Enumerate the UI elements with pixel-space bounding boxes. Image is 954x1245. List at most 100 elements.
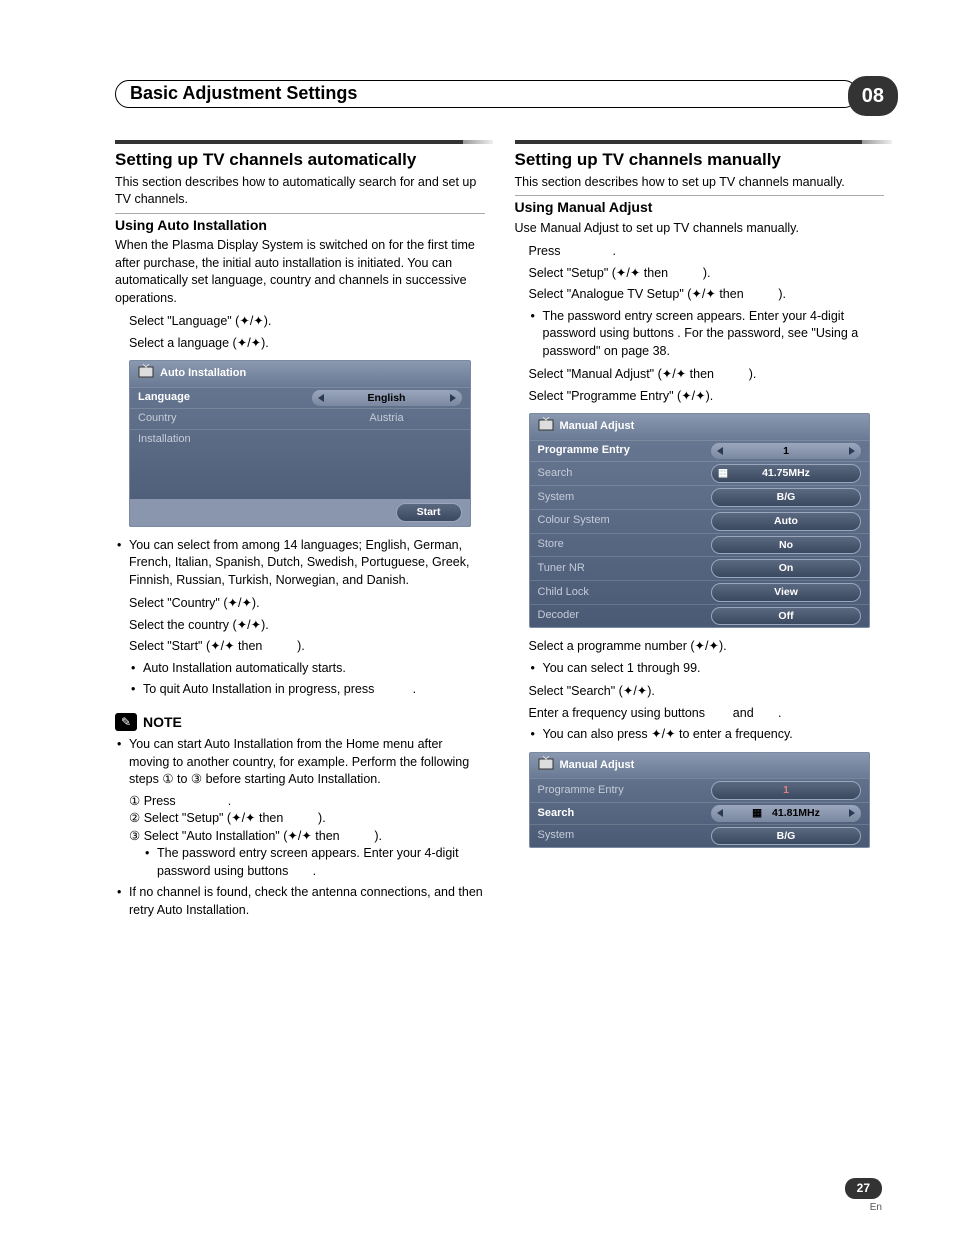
step: Press . (515, 243, 885, 261)
osd-label: Installation (138, 432, 191, 447)
step: Select a language (✦/✦). (115, 335, 485, 353)
step: Select "Programme Entry" (✦/✦). (515, 388, 885, 406)
osd-row: Language English (130, 387, 470, 409)
section-rule (115, 140, 485, 144)
osd-label: Programme Entry (538, 783, 624, 798)
page-footer: 27 En (845, 1178, 882, 1215)
osd-value: ▦41.75MHz (711, 464, 861, 483)
osd-start-button: Start (396, 503, 462, 522)
body-text: Use Manual Adjust to set up TV channels … (515, 220, 885, 238)
osd-value: Off (711, 607, 861, 626)
osd-title-bar: Manual Adjust (530, 753, 870, 778)
note-icon: ✎ (115, 713, 137, 731)
chapter-header: Basic Adjustment Settings (115, 80, 858, 108)
osd-label: System (538, 828, 575, 843)
tv-icon (538, 417, 554, 436)
step: Select "Country" (✦/✦). (115, 595, 485, 613)
osd-label: Search (538, 806, 575, 821)
substep: ③ Select "Auto Installation" (✦/✦ then )… (129, 828, 485, 846)
osd-label: Child Lock (538, 585, 589, 600)
body-text: When the Plasma Display System is switch… (115, 237, 485, 307)
section-heading: Setting up TV channels manually (515, 148, 885, 172)
osd-value: Auto (711, 512, 861, 531)
step: Select the country (✦/✦). (115, 617, 485, 635)
osd-title-bar: Manual Adjust (530, 414, 870, 439)
page-number: 27 (845, 1178, 882, 1199)
substep: ① Press . (129, 793, 485, 811)
chapter-number: 08 (848, 76, 898, 116)
note-item: If no channel is found, check the antenn… (115, 884, 485, 919)
osd-row: System B/G (530, 824, 870, 848)
subheading: Using Manual Adjust (515, 195, 885, 218)
tv-icon (538, 756, 554, 775)
bullet: You can select 1 through 99. (529, 660, 885, 678)
osd-footer: Start (130, 499, 470, 526)
osd-title: Manual Adjust (560, 758, 635, 773)
tv-icon (138, 364, 154, 383)
osd-row: Decoder Off (530, 604, 870, 628)
step: Select "Analogue TV Setup" (✦/✦ then ). (515, 286, 885, 304)
osd-row: Tuner NR On (530, 556, 870, 580)
osd-row: Store No (530, 533, 870, 557)
osd-row: Child Lock View (530, 580, 870, 604)
osd-row: Programme Entry 1 (530, 778, 870, 802)
bullet: You can select from among 14 languages; … (115, 537, 485, 590)
step: Enter a frequency using buttons and . (515, 705, 885, 723)
osd-row: Search ▦41.75MHz (530, 461, 870, 485)
input-icon: ▦ (718, 466, 728, 481)
osd-value: 1 (711, 443, 861, 460)
note-badge: ✎ NOTE (115, 713, 182, 733)
osd-row: Programme Entry 1 (530, 440, 870, 462)
osd-value: ▦41.81MHz (711, 805, 861, 822)
section-intro: This section describes how to automatica… (115, 174, 485, 209)
osd-title: Manual Adjust (560, 419, 635, 434)
osd-value: B/G (711, 488, 861, 507)
bullet: The password entry screen appears. Enter… (529, 308, 885, 361)
osd-label: Store (538, 537, 564, 552)
section-heading: Setting up TV channels automatically (115, 148, 485, 172)
step: Select "Start" (✦/✦ then ). (115, 638, 485, 656)
osd-auto-installation: Auto Installation Language English Count… (129, 360, 471, 526)
osd-row: Colour System Auto (530, 509, 870, 533)
osd-row: Country Austria (130, 408, 470, 428)
osd-label: Search (538, 466, 573, 481)
step: Select "Language" (✦/✦). (115, 313, 485, 331)
osd-title: Auto Installation (160, 366, 246, 381)
right-column: Setting up TV channels manually This sec… (515, 140, 885, 923)
osd-row: Installation (130, 429, 470, 499)
step: Select "Manual Adjust" (✦/✦ then ). (515, 366, 885, 384)
left-column: Setting up TV channels automatically Thi… (115, 140, 485, 923)
osd-manual-adjust-2: Manual Adjust Programme Entry 1 Search ▦… (529, 752, 871, 848)
osd-value: 1 (711, 781, 861, 800)
osd-value: View (711, 583, 861, 602)
osd-value: No (711, 536, 861, 555)
osd-value-language: English (312, 390, 462, 407)
substep: ② Select "Setup" (✦/✦ then ). (129, 810, 485, 828)
note-label: NOTE (143, 713, 182, 733)
section-intro: This section describes how to set up TV … (515, 174, 885, 192)
osd-label: Decoder (538, 608, 580, 623)
osd-manual-adjust-1: Manual Adjust Programme Entry 1 Search ▦… (529, 413, 871, 628)
bullet: To quit Auto Installation in progress, p… (129, 681, 485, 699)
osd-value: On (711, 559, 861, 578)
osd-row: Search ▦41.81MHz (530, 802, 870, 824)
osd-title-bar: Auto Installation (130, 361, 470, 386)
section-rule (515, 140, 885, 144)
step: Select a programme number (✦/✦). (515, 638, 885, 656)
subheading: Using Auto Installation (115, 213, 485, 236)
osd-label: Colour System (538, 513, 610, 528)
input-icon: ▦ (752, 806, 762, 821)
step: Select "Setup" (✦/✦ then ). (515, 265, 885, 283)
page-lang: En (845, 1201, 882, 1215)
osd-label: Language (138, 390, 190, 405)
osd-label: Programme Entry (538, 443, 630, 458)
osd-value-country: Austria (312, 411, 462, 426)
osd-label: Country (138, 411, 177, 426)
osd-label: Tuner NR (538, 561, 585, 576)
chapter-title: Basic Adjustment Settings (130, 81, 357, 106)
bullet: You can also press ✦/✦ to enter a freque… (529, 726, 885, 744)
bullet: Auto Installation automatically starts. (129, 660, 485, 678)
sub-bullet: The password entry screen appears. Enter… (143, 845, 485, 880)
osd-value: B/G (711, 827, 861, 846)
step: Select "Search" (✦/✦). (515, 683, 885, 701)
